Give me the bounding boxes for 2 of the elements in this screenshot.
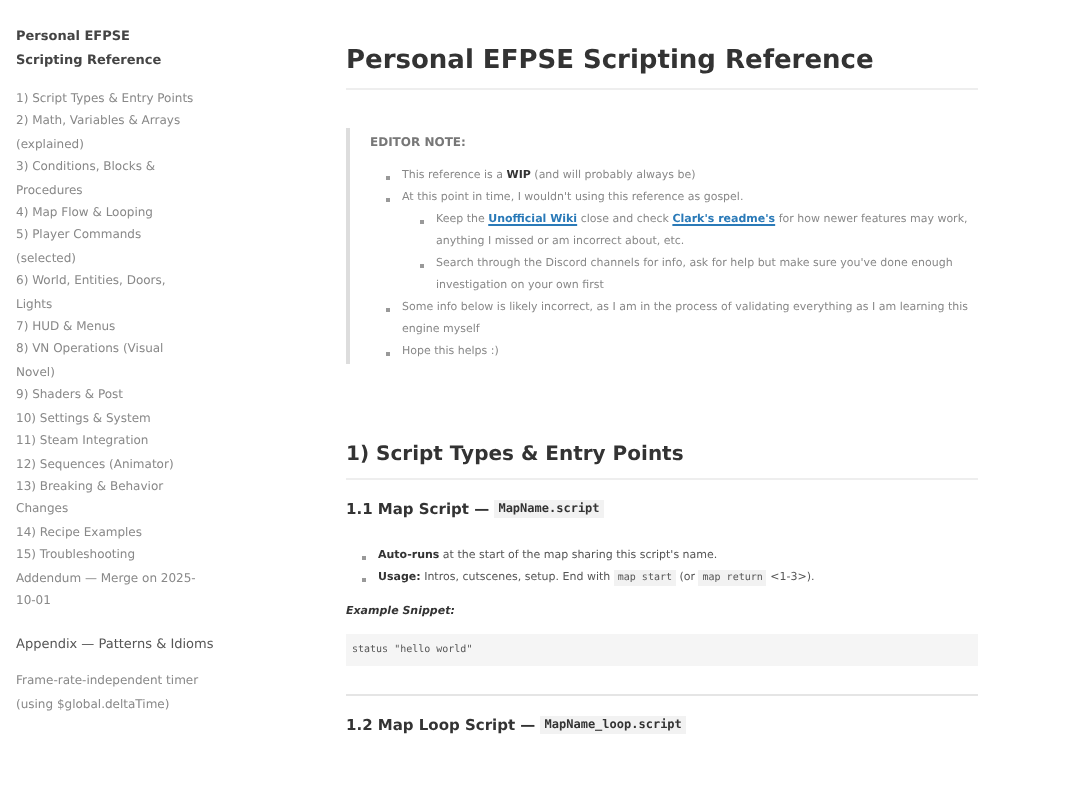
page-title: Personal EFPSE Scripting Reference (346, 46, 978, 90)
section-heading: 1) Script Types & Entry Points (346, 444, 978, 480)
